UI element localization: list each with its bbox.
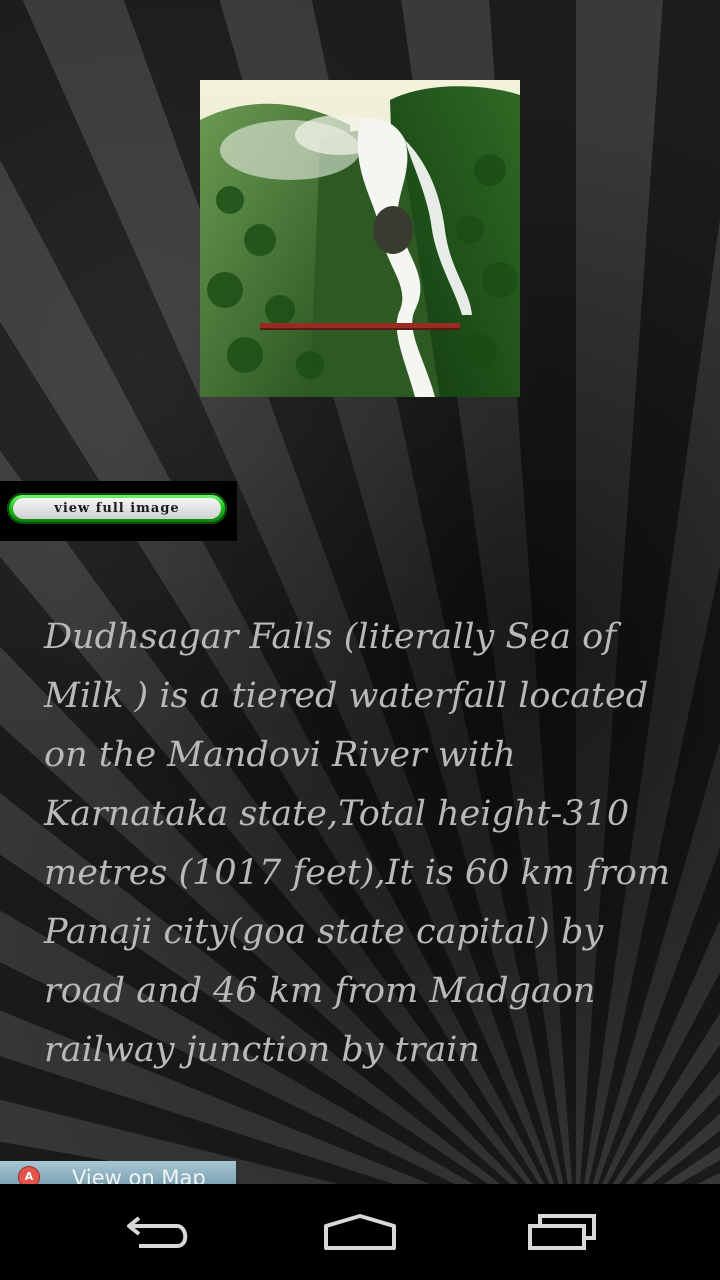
view-full-image-button[interactable]: view full image (7, 493, 227, 524)
view-full-image-label: view full image (13, 498, 221, 519)
home-button[interactable] (310, 1202, 410, 1262)
back-icon (127, 1216, 188, 1248)
waterfall-image (200, 80, 520, 397)
view-on-map-button[interactable]: A View on Map (0, 1161, 236, 1184)
home-icon (324, 1214, 396, 1250)
recent-apps-button[interactable] (512, 1202, 612, 1262)
description-text: Dudhsagar Falls (literally Sea of Milk )… (44, 617, 671, 1070)
map-marker-icon: A (18, 1166, 40, 1184)
waterfall-photo[interactable] (200, 80, 520, 397)
view-full-image-container: view full image (0, 481, 237, 541)
navigation-bar (0, 1184, 720, 1280)
recent-apps-icon (528, 1214, 596, 1250)
view-on-map-label: View on Map (72, 1166, 206, 1184)
back-button[interactable] (110, 1202, 210, 1262)
app-screen: view full image Dudhsagar Falls (literal… (0, 0, 720, 1280)
